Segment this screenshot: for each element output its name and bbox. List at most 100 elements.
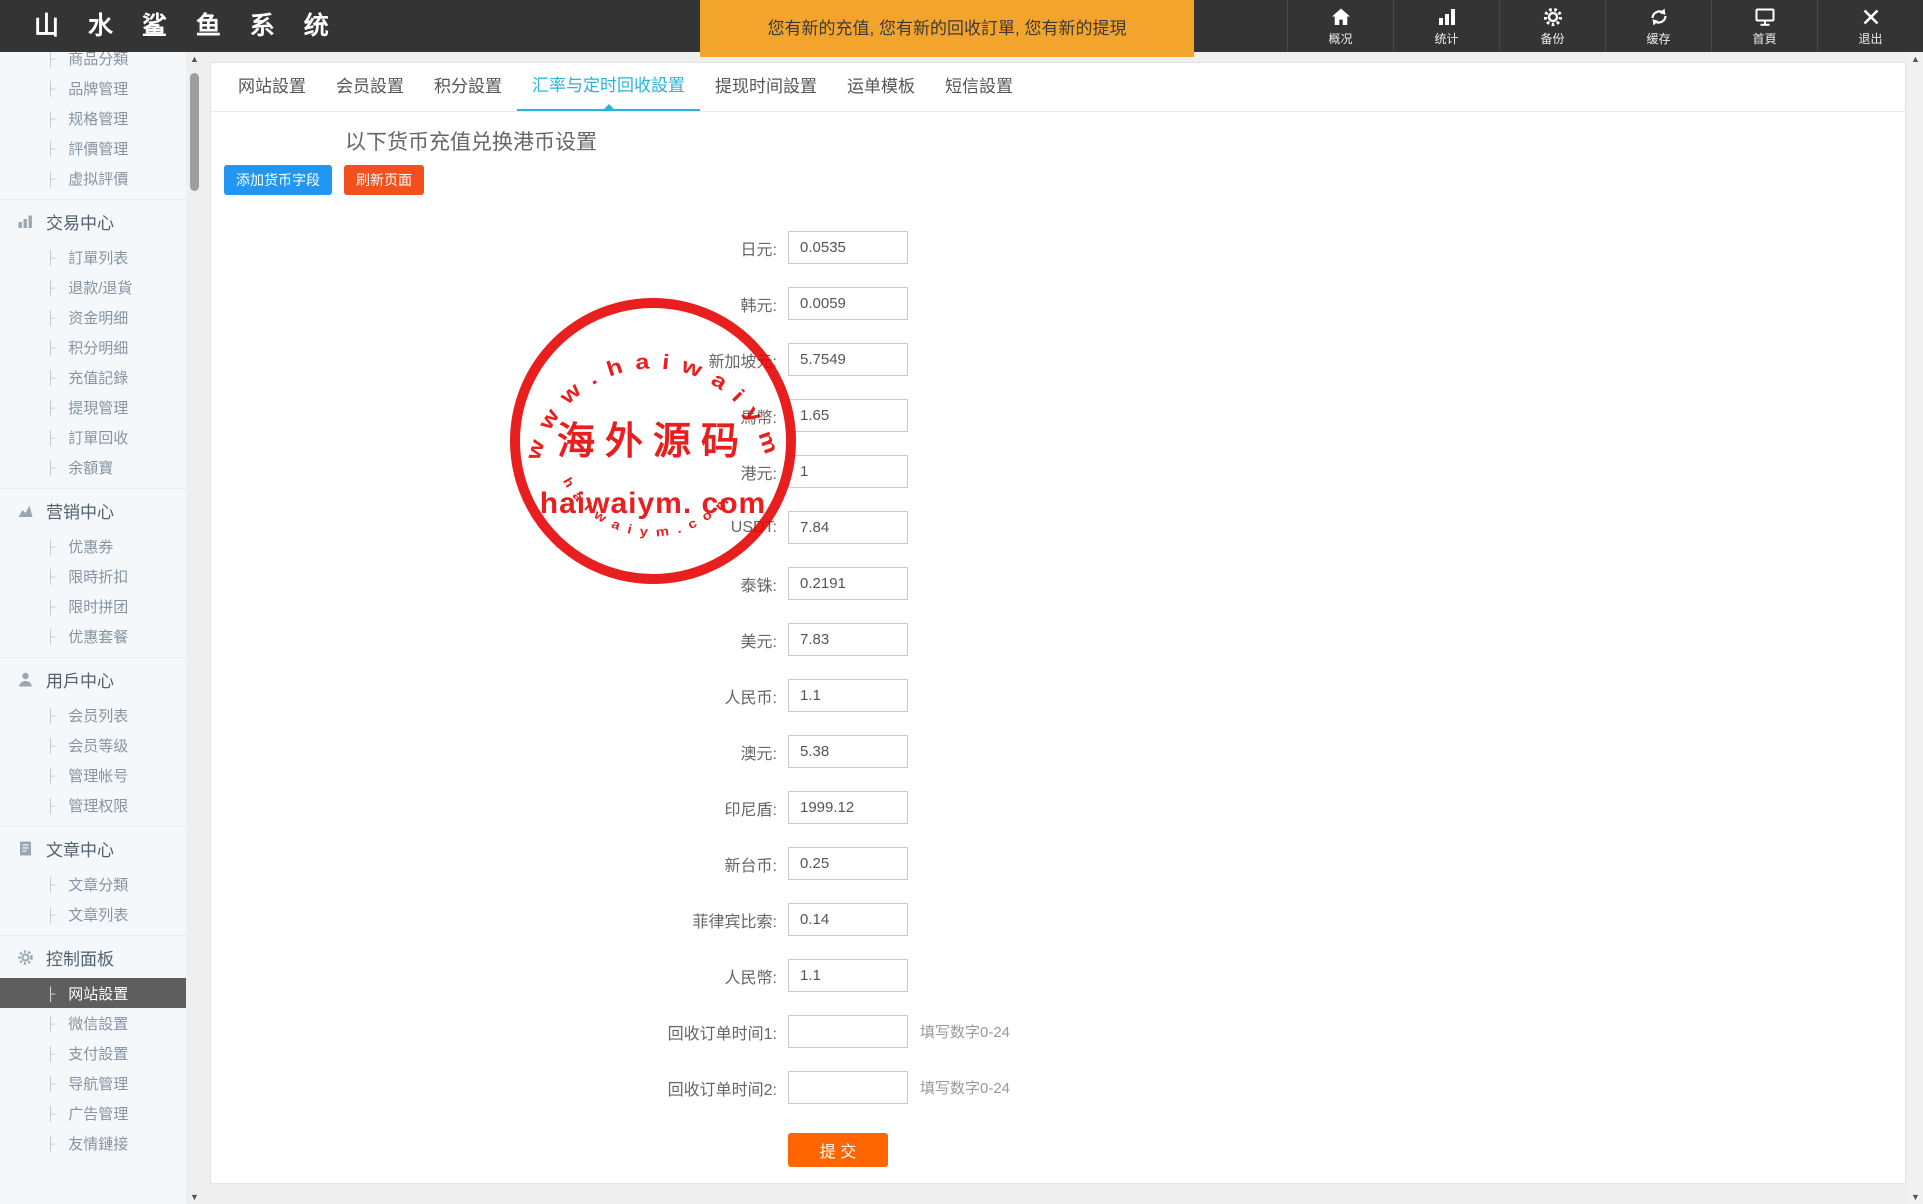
sidebar-item-label: 会员列表: [68, 705, 128, 726]
tab-points-settings[interactable]: 积分設置: [419, 63, 517, 111]
scroll-down-icon[interactable]: ▼: [186, 1192, 203, 1202]
rate-input-twd[interactable]: [788, 847, 908, 880]
header-actions: 概况 统计 备份 缓存: [1287, 0, 1923, 52]
sidebar-item-brand-mgmt[interactable]: ├品牌管理: [0, 73, 186, 103]
sidebar-item-label: 文章列表: [68, 904, 128, 925]
sidebar-item-article-list[interactable]: ├ 文章列表: [0, 899, 186, 929]
branch-icon: ├: [46, 708, 55, 723]
sidebar-section-label: 用戶中心: [46, 667, 114, 692]
sidebar-item-ad-mgmt[interactable]: ├广告管理: [0, 1098, 186, 1128]
recycle-time-1-input[interactable]: [788, 1015, 908, 1048]
sidebar-item-label: 退款/退貨: [68, 277, 132, 298]
refresh-page-button[interactable]: 刷新页面: [344, 165, 424, 195]
tab-sms-settings[interactable]: 短信設置: [930, 63, 1028, 111]
sidebar-section-article-center[interactable]: 文章中心: [0, 827, 186, 869]
rate-input-jpy[interactable]: [788, 231, 908, 264]
header-action-cache[interactable]: 缓存: [1605, 0, 1711, 52]
sidebar-item-virtual-review[interactable]: ├虚拟評價: [0, 163, 186, 193]
field-label-cny: 人民币:: [211, 684, 777, 708]
toolbar: 添加货币字段 刷新页面: [224, 165, 1905, 195]
sidebar-item-refund[interactable]: ├退款/退貨: [0, 272, 186, 302]
tab-waybill-template[interactable]: 运单模板: [832, 63, 930, 111]
rate-input-usd[interactable]: [788, 623, 908, 656]
main-panel: 网站設置 会员設置 积分設置 汇率与定时回收設置 提现时间設置 运单模板 短信設…: [210, 62, 1906, 1184]
tab-withdraw-time-settings[interactable]: 提现时间設置: [700, 63, 832, 111]
tab-site-settings[interactable]: 网站設置: [223, 63, 321, 111]
sidebar-item-review-mgmt[interactable]: ├評價管理: [0, 133, 186, 163]
sidebar-item-coupon[interactable]: ├优惠券: [0, 531, 186, 561]
sidebar-item-article-category[interactable]: ├文章分類: [0, 869, 186, 899]
sidebar-item-site-settings[interactable]: ├网站設置: [0, 978, 186, 1008]
header-action-backup[interactable]: 备份: [1499, 0, 1605, 52]
sidebar-item-withdraw-mgmt[interactable]: ├提現管理: [0, 392, 186, 422]
sidebar-item-time-discount[interactable]: ├限時折扣: [0, 561, 186, 591]
form-row: 泰铢:: [211, 567, 1905, 600]
rate-input-aud[interactable]: [788, 735, 908, 768]
rate-input-krw[interactable]: [788, 287, 908, 320]
sidebar-item-wechat-settings[interactable]: ├微信設置: [0, 1008, 186, 1038]
header-action-label: 退出: [1858, 30, 1882, 47]
header-action-homepage[interactable]: 首頁: [1711, 0, 1817, 52]
header-action-stats[interactable]: 统计: [1393, 0, 1499, 52]
tab-member-settings[interactable]: 会员設置: [321, 63, 419, 111]
branch-icon: ├: [46, 569, 55, 584]
submit-button[interactable]: 提 交: [788, 1133, 888, 1167]
sidebar-item-nav-mgmt[interactable]: ├导航管理: [0, 1068, 186, 1098]
sidebar-item-label: 资金明细: [68, 307, 128, 328]
sidebar-item-spec-mgmt[interactable]: ├规格管理: [0, 103, 186, 133]
form-row: 韩元:: [211, 287, 1905, 320]
rate-input-usdt[interactable]: [788, 511, 908, 544]
scroll-up-icon[interactable]: ▲: [1908, 54, 1923, 64]
rate-input-cny[interactable]: [788, 679, 908, 712]
sidebar-item-product-category[interactable]: ├商品分類: [0, 52, 186, 73]
sidebar-section-control-panel[interactable]: 控制面板: [0, 936, 186, 978]
rate-input-thb[interactable]: [788, 567, 908, 600]
sidebar-item-recharge-record[interactable]: ├充值記錄: [0, 362, 186, 392]
sidebar-item-points-detail[interactable]: ├积分明细: [0, 332, 186, 362]
form-row: 回收订单时间2:填写数字0-24: [211, 1071, 1905, 1104]
recycle-time-2-input[interactable]: [788, 1071, 908, 1104]
form-row: 澳元:: [211, 735, 1905, 768]
sidebar-item-order-list[interactable]: ├訂單列表: [0, 242, 186, 272]
add-currency-button[interactable]: 添加货币字段: [224, 165, 332, 195]
sidebar-item-combo[interactable]: ├优惠套餐: [0, 621, 186, 651]
rate-input-myr[interactable]: [788, 399, 908, 432]
tab-rate-recycle-settings[interactable]: 汇率与定时回收設置: [517, 63, 700, 111]
sidebar-item-member-level[interactable]: ├会员等级: [0, 730, 186, 760]
sidebar-item-group-buy[interactable]: ├限时拼团: [0, 591, 186, 621]
scroll-down-icon[interactable]: ▼: [1908, 1192, 1923, 1202]
form-row: 美元:: [211, 623, 1905, 656]
sidebar-item-member-list[interactable]: ├ 会员列表: [0, 700, 186, 730]
sidebar-item-friend-links[interactable]: ├友情鏈接: [0, 1128, 186, 1158]
trend-chart-icon: [17, 501, 35, 519]
sidebar-section-user-center[interactable]: 用戶中心: [0, 658, 186, 700]
field-label-thb: 泰铢:: [211, 572, 777, 596]
sidebar-item-admin-account[interactable]: ├管理帐号: [0, 760, 186, 790]
sidebar-section-marketing-center[interactable]: 营销中心: [0, 489, 186, 531]
notification-banner[interactable]: 您有新的充值, 您有新的回收訂單, 您有新的提現: [700, 0, 1194, 57]
header-action-logout[interactable]: 退出: [1817, 0, 1923, 52]
sidebar-item-label: 訂單列表: [68, 247, 128, 268]
app-title: 山 水 鲨 鱼 系 统: [34, 0, 340, 52]
header-action-overview[interactable]: 概况: [1287, 0, 1393, 52]
scroll-up-icon[interactable]: ▲: [186, 54, 203, 64]
branch-icon: ├: [46, 877, 55, 892]
sidebar-item-payment-settings[interactable]: ├支付設置: [0, 1038, 186, 1068]
rate-input-rmb[interactable]: [788, 959, 908, 992]
sidebar-item-admin-permission[interactable]: ├管理权限: [0, 790, 186, 820]
rate-input-hkd[interactable]: [788, 455, 908, 488]
rate-input-sgd[interactable]: [788, 343, 908, 376]
rate-input-idr[interactable]: [788, 791, 908, 824]
branch-icon: ├: [46, 907, 55, 922]
sidebar-section-trade-center[interactable]: 交易中心: [0, 200, 186, 242]
branch-icon: ├: [46, 141, 55, 156]
sidebar-item-order-recycle[interactable]: ├訂單回收: [0, 422, 186, 452]
sidebar-item-fund-detail[interactable]: ├资金明细: [0, 302, 186, 332]
scrollbar-thumb[interactable]: [190, 73, 199, 191]
rate-input-php[interactable]: [788, 903, 908, 936]
form-row: 港元:: [211, 455, 1905, 488]
form-row: 人民币:: [211, 679, 1905, 712]
sidebar-item-balance[interactable]: ├余額寶: [0, 452, 186, 482]
sidebar-item-label: 积分明细: [68, 337, 128, 358]
sidebar-scrollbar: ▲ ▼: [186, 52, 203, 1204]
